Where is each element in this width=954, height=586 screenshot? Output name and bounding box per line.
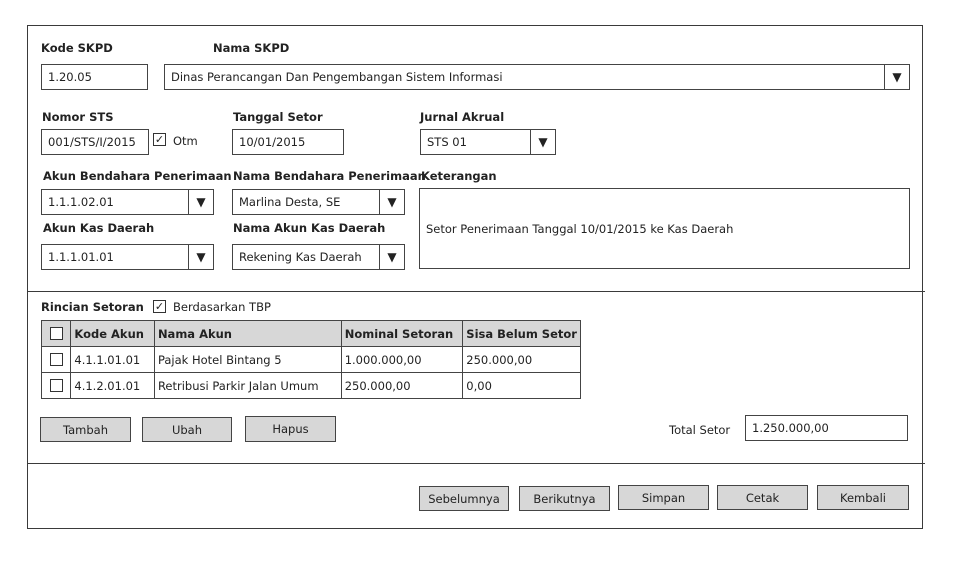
akun-bendahara-label: Akun Bendahara Penerimaan xyxy=(43,169,232,183)
tbp-checkbox[interactable]: ✓ xyxy=(153,300,166,313)
row-select-cell xyxy=(40,346,72,373)
tanggal-setor-label: Tanggal Setor xyxy=(233,110,323,124)
row-checkbox[interactable] xyxy=(49,379,63,392)
nama-bendahara-label: Nama Bendahara Penerimaan xyxy=(233,169,426,183)
nomor-sts-input[interactable]: 001/STS/I/2015 xyxy=(41,129,149,155)
sisa-cell: 0,00 xyxy=(462,372,581,399)
keterangan-textarea[interactable]: Setor Penerimaan Tanggal 10/01/2015 ke K… xyxy=(419,188,910,269)
akun-kas-select[interactable]: 1.1.1.01.01 ▼ xyxy=(41,244,214,270)
nominal-cell: 1.000.000,00 xyxy=(340,346,464,373)
jurnal-akrual-value: STS 01 xyxy=(427,135,467,149)
nama-skpd-value: Dinas Perancangan Dan Pengembangan Siste… xyxy=(171,70,503,84)
tanggal-setor-input[interactable]: 10/01/2015 xyxy=(232,129,344,155)
rincian-table: Kode Akun Nama Akun Nominal Setoran Sisa… xyxy=(40,320,581,399)
kembali-button[interactable]: Kembali xyxy=(817,485,909,510)
nama-skpd-label: Nama SKPD xyxy=(213,41,290,55)
chevron-down-icon[interactable]: ▼ xyxy=(188,190,213,214)
section-divider-top xyxy=(27,291,925,292)
kode-skpd-label: Kode SKPD xyxy=(41,41,113,55)
kode-akun-cell: 4.1.1.01.01 xyxy=(70,346,155,373)
kode-skpd-input[interactable]: 1.20.05 xyxy=(41,64,148,90)
hapus-button[interactable]: Hapus xyxy=(245,416,336,442)
checkmark-icon: ✓ xyxy=(154,133,165,146)
cetak-button[interactable]: Cetak xyxy=(717,485,808,510)
akun-kas-value: 1.1.1.01.01 xyxy=(48,250,114,264)
otm-checkbox[interactable]: ✓ xyxy=(153,133,166,146)
otm-label: Otm xyxy=(173,134,198,148)
column-header: Sisa Belum Setor xyxy=(462,320,581,347)
section-divider-bottom xyxy=(27,463,925,464)
tbp-label: Berdasarkan TBP xyxy=(173,300,271,314)
sisa-cell: 250.000,00 xyxy=(462,346,581,373)
table-row[interactable]: 4.1.2.01.01 Retribusi Parkir Jalan Umum … xyxy=(40,372,581,399)
nama-akun-cell: Retribusi Parkir Jalan Umum xyxy=(153,372,342,399)
chevron-down-icon[interactable]: ▼ xyxy=(188,245,213,269)
tambah-button[interactable]: Tambah xyxy=(40,417,131,442)
table-row[interactable]: 4.1.1.01.01 Pajak Hotel Bintang 5 1.000.… xyxy=(40,346,581,373)
chevron-down-icon[interactable]: ▼ xyxy=(884,65,909,89)
nama-akun-kas-select[interactable]: Rekening Kas Daerah ▼ xyxy=(232,244,405,270)
jurnal-akrual-select[interactable]: STS 01 ▼ xyxy=(420,129,556,155)
chevron-down-icon[interactable]: ▼ xyxy=(379,190,404,214)
nama-akun-kas-label: Nama Akun Kas Daerah xyxy=(233,221,386,235)
akun-kas-label: Akun Kas Daerah xyxy=(43,221,155,235)
nama-akun-kas-value: Rekening Kas Daerah xyxy=(239,250,362,264)
rincian-setoran-label: Rincian Setoran xyxy=(41,300,144,314)
table-header-row: Kode Akun Nama Akun Nominal Setoran Sisa… xyxy=(40,320,581,347)
berikutnya-button[interactable]: Berikutnya xyxy=(519,486,610,511)
nama-bendahara-value: Marlina Desta, SE xyxy=(239,195,341,209)
keterangan-value: Setor Penerimaan Tanggal 10/01/2015 ke K… xyxy=(426,221,734,236)
checkmark-icon: ✓ xyxy=(154,300,165,313)
nama-bendahara-select[interactable]: Marlina Desta, SE ▼ xyxy=(232,189,405,215)
nama-skpd-select[interactable]: Dinas Perancangan Dan Pengembangan Siste… xyxy=(164,64,910,90)
keterangan-label: Keterangan xyxy=(421,169,497,183)
akun-bendahara-value: 1.1.1.02.01 xyxy=(48,195,114,209)
column-header: Kode Akun xyxy=(70,320,155,347)
kode-akun-cell: 4.1.2.01.01 xyxy=(70,372,155,399)
select-all-cell xyxy=(40,320,72,347)
total-setor-label: Total Setor xyxy=(669,423,731,437)
row-checkbox[interactable] xyxy=(49,353,63,366)
nama-akun-cell: Pajak Hotel Bintang 5 xyxy=(153,346,342,373)
select-all-checkbox[interactable] xyxy=(49,327,63,340)
column-header: Nominal Setoran xyxy=(340,320,464,347)
chevron-down-icon[interactable]: ▼ xyxy=(379,245,404,269)
jurnal-akrual-label: Jurnal Akrual xyxy=(420,110,505,124)
ubah-button[interactable]: Ubah xyxy=(142,417,232,442)
row-select-cell xyxy=(40,372,72,399)
sebelumnya-button[interactable]: Sebelumnya xyxy=(419,486,509,511)
nominal-cell: 250.000,00 xyxy=(340,372,464,399)
akun-bendahara-select[interactable]: 1.1.1.02.01 ▼ xyxy=(41,189,214,215)
nomor-sts-label: Nomor STS xyxy=(42,110,114,124)
column-header: Nama Akun xyxy=(153,320,342,347)
chevron-down-icon[interactable]: ▼ xyxy=(530,130,555,154)
total-setor-input[interactable]: 1.250.000,00 xyxy=(745,415,908,441)
form-frame xyxy=(27,25,923,529)
simpan-button[interactable]: Simpan xyxy=(618,485,709,510)
